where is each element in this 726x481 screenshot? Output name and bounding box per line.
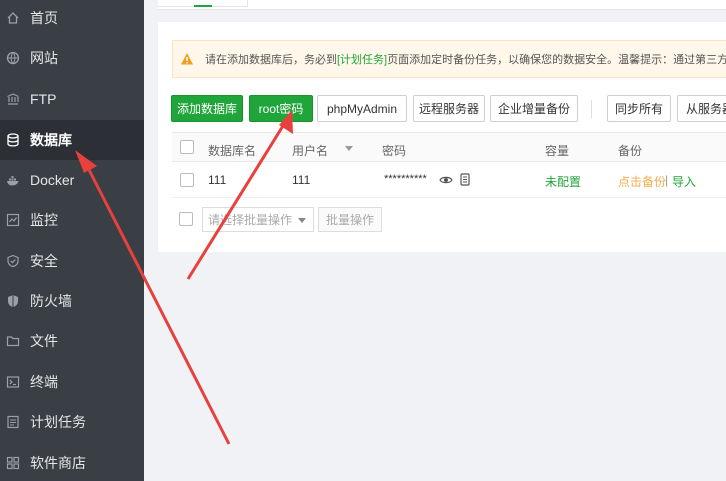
copy-icon[interactable] <box>459 173 471 186</box>
folder-icon <box>6 334 20 348</box>
sidebar-item-label: 首页 <box>30 10 58 26</box>
col-password: 密码 <box>382 144 407 158</box>
sidebar-item-label: 终端 <box>30 374 58 390</box>
table-header: 数据库名 用户名 密码 容量 备份 <box>172 132 726 162</box>
sidebar-item-cron[interactable]: 计划任务 <box>0 402 144 442</box>
sidebar-item-security[interactable]: 安全 <box>0 241 144 281</box>
sidebar-item-label: 文件 <box>30 333 58 349</box>
sidebar-item-label: 网站 <box>30 50 58 66</box>
sidebar: 首页 网站 FTP 数据库 Docker 监控 安全 防火墙 文件 终端 计划任… <box>0 0 144 481</box>
chevron-down-icon <box>298 218 306 223</box>
sort-caret-icon[interactable] <box>345 146 353 151</box>
sync-all-button[interactable]: 同步所有 <box>607 95 671 122</box>
firewall-icon <box>6 294 20 308</box>
ftp-icon <box>6 92 20 106</box>
add-database-button[interactable]: 添加数据库 <box>171 95 243 122</box>
sidebar-item-label: 计划任务 <box>30 414 86 430</box>
shield-icon <box>6 254 20 268</box>
sidebar-item-label: 防火墙 <box>30 293 72 309</box>
cell-capacity[interactable]: 未配置 <box>545 173 581 190</box>
tab-indicator <box>194 5 212 7</box>
col-username[interactable]: 用户名 <box>292 142 328 159</box>
sidebar-item-files[interactable]: 文件 <box>0 321 144 361</box>
batch-action-select[interactable]: 请选择批量操作 <box>202 207 314 232</box>
col-capacity: 容量 <box>545 144 570 158</box>
remote-server-button[interactable]: 远程服务器 <box>413 95 485 122</box>
sidebar-item-label: 安全 <box>30 253 58 269</box>
cron-link[interactable]: [计划任务] <box>337 54 387 66</box>
globe-icon <box>6 51 20 65</box>
notice-banner: 请在添加数据库后，务必到[计划任务]页面添加定时备份任务，以确保您的数据安全。温… <box>172 40 726 78</box>
calendar-icon <box>6 415 20 429</box>
sidebar-item-ftp[interactable]: FTP <box>0 79 144 119</box>
sidebar-item-docker[interactable]: Docker <box>0 160 144 200</box>
col-backup: 备份 <box>618 144 643 158</box>
top-tabs <box>158 0 726 10</box>
database-panel: 请在添加数据库后，务必到[计划任务]页面添加定时备份任务，以确保您的数据安全。温… <box>158 22 726 252</box>
col-db-name[interactable]: 数据库名 <box>208 142 256 159</box>
eye-icon[interactable] <box>439 174 453 186</box>
docker-icon <box>6 173 20 187</box>
notice-text: 请在添加数据库后，务必到[计划任务]页面添加定时备份任务，以确保您的数据安全。温… <box>205 54 726 66</box>
database-icon <box>6 133 20 147</box>
terminal-icon <box>6 375 20 389</box>
batch-select-checkbox[interactable] <box>179 212 193 226</box>
batch-select-placeholder: 请选择批量操作 <box>208 213 293 227</box>
monitor-icon <box>6 213 20 227</box>
sidebar-item-label: 软件商店 <box>30 455 86 471</box>
cell-password: ********** <box>384 173 427 185</box>
row-checkbox[interactable] <box>180 173 194 187</box>
link-separator: | <box>665 173 669 187</box>
grid-icon <box>6 456 20 470</box>
cell-db-name: 111 <box>208 173 227 187</box>
select-all-checkbox[interactable] <box>180 140 194 154</box>
sidebar-item-label: 监控 <box>30 212 58 228</box>
import-link[interactable]: 导入 <box>672 173 696 190</box>
home-icon <box>6 11 20 25</box>
cell-username: 111 <box>292 173 311 187</box>
sidebar-item-terminal[interactable]: 终端 <box>0 362 144 402</box>
toolbar-divider <box>591 100 592 118</box>
sidebar-item-label: Docker <box>30 172 75 188</box>
sidebar-item-appstore[interactable]: 软件商店 <box>0 443 144 481</box>
root-password-button[interactable]: root密码 <box>249 95 313 122</box>
enterprise-backup-button[interactable]: 企业增量备份 <box>490 95 578 122</box>
sidebar-item-label: FTP <box>30 91 57 107</box>
phpmyadmin-button[interactable]: phpMyAdmin <box>317 95 407 122</box>
batch-action-button[interactable]: 批量操作 <box>318 207 382 232</box>
from-server-button[interactable]: 从服务器 <box>677 95 726 122</box>
sidebar-item-database[interactable]: 数据库 <box>0 120 144 160</box>
sidebar-item-home[interactable]: 首页 <box>0 0 144 38</box>
backup-link[interactable]: 点击备份 <box>618 173 666 190</box>
sidebar-item-monitor[interactable]: 监控 <box>0 200 144 240</box>
warning-icon <box>181 53 193 65</box>
sidebar-item-label: 数据库 <box>30 132 72 148</box>
sidebar-item-firewall[interactable]: 防火墙 <box>0 281 144 321</box>
sidebar-item-website[interactable]: 网站 <box>0 38 144 78</box>
table-row: 111 111 ********** 未配置 点击备份 | 导入 <box>172 162 726 198</box>
